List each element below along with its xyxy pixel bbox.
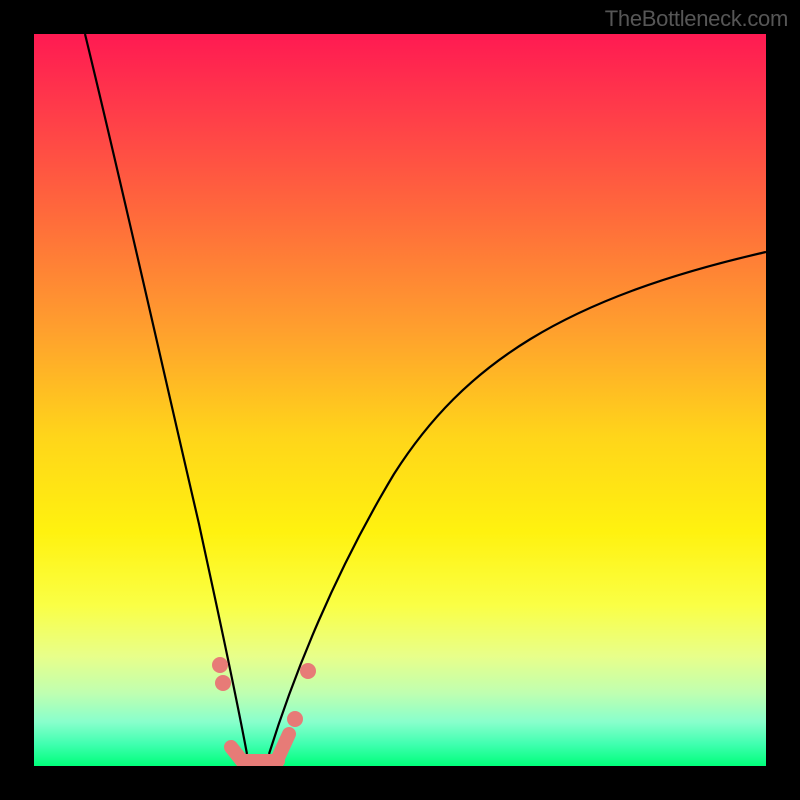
marker-dot — [215, 675, 231, 691]
marker-dot — [287, 711, 303, 727]
watermark-text: TheBottleneck.com — [605, 6, 788, 32]
marker-dot — [300, 663, 316, 679]
marker-dot — [212, 657, 228, 673]
curve-left-branch — [85, 34, 247, 754]
marker-segment — [278, 734, 289, 758]
chart-plot-area — [34, 34, 766, 766]
bottleneck-curve — [34, 34, 766, 766]
curve-right-branch — [269, 252, 766, 754]
